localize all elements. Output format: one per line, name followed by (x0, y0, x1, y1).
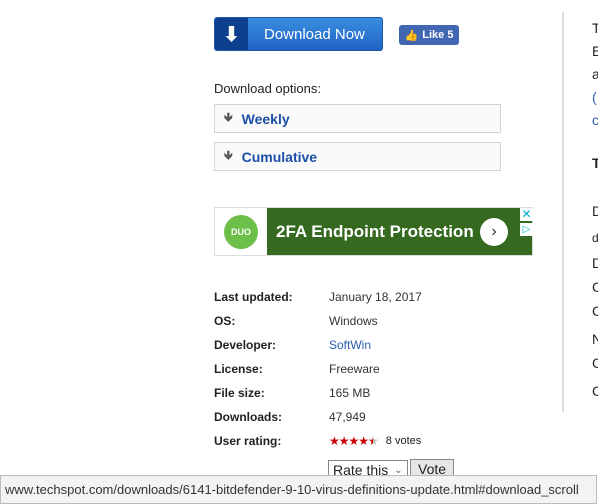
chevron-down-icon: ⌄ (394, 464, 403, 476)
advertisement-banner[interactable]: DUO 2FA Endpoint Protection › (214, 207, 533, 256)
column-divider (562, 12, 564, 412)
close-ad-icon[interactable]: ✕ (520, 208, 533, 221)
right-column-fragment: D (592, 203, 598, 219)
status-bar-url: www.techspot.com/downloads/6141-bitdefen… (0, 475, 597, 504)
detail-row: OS: Windows (214, 314, 378, 328)
download-options-label: Download options: (214, 81, 321, 96)
right-column-fragment: C (592, 383, 598, 399)
right-column-fragment: D (592, 255, 598, 271)
adchoices-icon[interactable]: ▷ (520, 223, 533, 236)
detail-row: File size: 165 MB (214, 386, 371, 400)
right-column-fragment: C (592, 303, 598, 319)
detail-row: License: Freeware (214, 362, 380, 376)
right-column-fragment: a (592, 66, 598, 82)
right-column-fragment: d (592, 231, 598, 245)
thumbs-up-icon: 👍 (404, 29, 419, 42)
ad-headline: 2FA Endpoint Protection (276, 221, 474, 241)
download-now-button[interactable]: ⬇ Download Now (214, 17, 383, 51)
chevron-right-icon[interactable]: › (480, 217, 508, 246)
download-option-weekly[interactable]: 🡻 Weekly (214, 104, 501, 133)
star-rating: ★★★★★ (329, 434, 379, 448)
right-column-fragment: N (592, 331, 598, 347)
right-column-fragment: E (592, 43, 598, 59)
arrow-down-icon: 🡻 (224, 110, 233, 124)
arrow-down-icon: 🡻 (224, 148, 233, 162)
developer-link[interactable]: SoftWin (329, 338, 371, 352)
right-column-fragment: c (592, 112, 598, 128)
user-rating-row: User rating: ★★★★★ 8 votes (214, 434, 422, 448)
right-column-fragment: T (592, 20, 598, 36)
download-option-cumulative[interactable]: 🡻 Cumulative (214, 142, 501, 171)
duo-logo: DUO (215, 208, 267, 255)
arrow-down-icon: ⬇ (215, 18, 248, 50)
right-column-fragment: T (592, 155, 598, 171)
facebook-like-button[interactable]: 👍 Like 5 (399, 25, 459, 45)
right-column-fragment: C (592, 355, 598, 371)
right-column-fragment: C (592, 279, 598, 295)
detail-row: Developer: SoftWin (214, 338, 372, 352)
detail-row: Downloads: 47,949 (214, 410, 366, 424)
right-column-fragment: ( (592, 89, 597, 105)
detail-row: Last updated: January 18, 2017 (214, 290, 422, 304)
